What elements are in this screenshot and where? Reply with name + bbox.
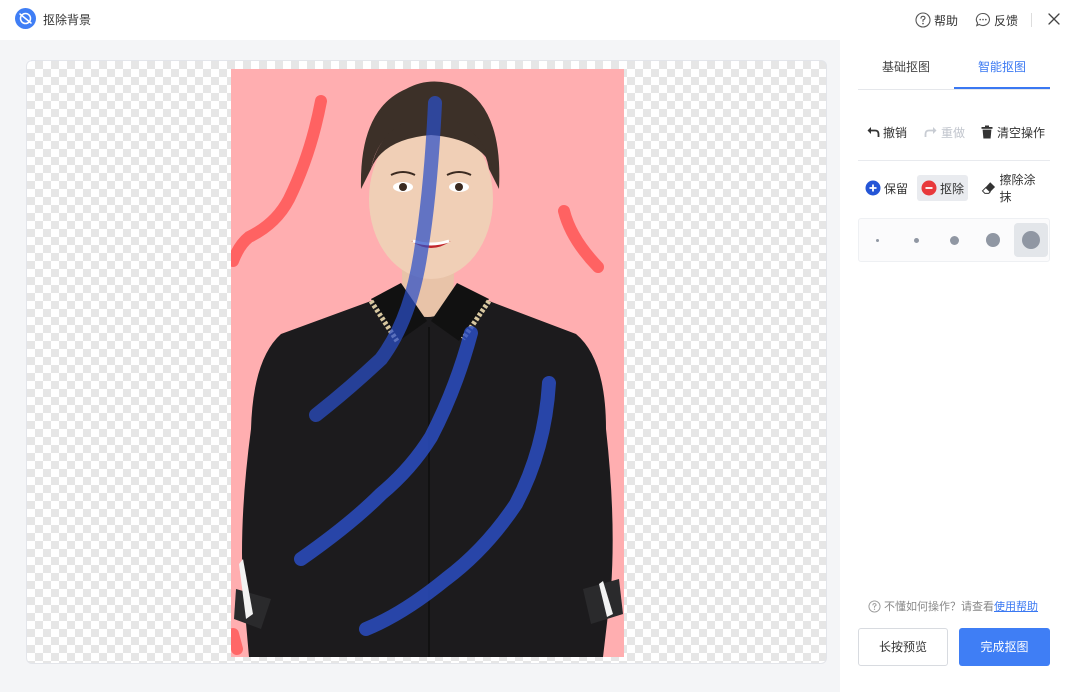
window-title: 抠除背景: [43, 13, 92, 27]
remove-background-window: 抠除背景 帮助 反馈 基础抠图 智能抠图 撤销 重做 清空操作 保留 抠除 擦除…: [0, 0, 1080, 692]
brush-dot-icon: [875, 238, 879, 242]
undo-label: 撤销: [883, 125, 908, 140]
remove-mode-button[interactable]: 抠除: [917, 175, 969, 201]
brush-size-medium[interactable]: [937, 223, 971, 257]
undo-icon: [867, 127, 880, 137]
clear-operations-button[interactable]: 清空操作: [980, 118, 1045, 146]
brush-size-extra-small[interactable]: [860, 223, 894, 257]
brush-size-small[interactable]: [899, 223, 933, 257]
clear-operations-label: 清空操作: [997, 125, 1046, 140]
editing-canvas[interactable]: [26, 60, 827, 664]
close-icon[interactable]: [1046, 11, 1062, 27]
brush-size-selector: [858, 218, 1050, 262]
panel-divider: [858, 160, 1050, 161]
side-panel: 基础抠图 智能抠图 撤销 重做 清空操作 保留 抠除 擦除涂抹 不懂如何操作？请…: [840, 40, 1080, 692]
keep-mode-button[interactable]: 保留: [861, 175, 912, 201]
mode-tabs: 基础抠图 智能抠图: [858, 54, 1050, 90]
finish-cutout-button[interactable]: 完成抠图: [959, 628, 1050, 666]
toolbar-divider: [1031, 13, 1032, 27]
app-logo-icon: [15, 8, 36, 29]
erase-mode-button[interactable]: 擦除涂抹: [977, 173, 1050, 204]
hint-text: 不懂如何操作？请查看: [884, 601, 994, 613]
remove-mode-label: 抠除: [940, 181, 965, 196]
tab-basic-cutout[interactable]: 基础抠图: [858, 54, 954, 89]
plus-circle-icon: [865, 180, 881, 196]
brush-size-large[interactable]: [976, 223, 1010, 257]
usage-help-link[interactable]: 使用帮助: [994, 598, 1038, 614]
hold-to-preview-button[interactable]: 长按预览: [858, 628, 948, 666]
keep-mode-label: 保留: [884, 181, 909, 196]
undo-button[interactable]: 撤销: [866, 118, 907, 146]
shirt-shape: [242, 301, 613, 657]
redo-button[interactable]: 重做: [924, 118, 965, 146]
photo-with-strokes[interactable]: [231, 69, 624, 657]
brush-dot-icon: [986, 233, 1000, 247]
eraser-icon: [981, 182, 996, 194]
redo-label: 重做: [941, 125, 966, 140]
chat-bubble-icon: [975, 12, 990, 27]
brush-dot-icon: [949, 235, 959, 245]
minus-circle-icon: [921, 180, 937, 196]
history-tools: 撤销 重做 清空操作: [858, 118, 1050, 146]
question-circle-icon: [915, 12, 931, 28]
erase-mode-label: 擦除涂抹: [999, 173, 1036, 204]
help-hint: 不懂如何操作？请查看 使用帮助: [868, 598, 1038, 614]
tab-smart-cutout[interactable]: 智能抠图: [954, 54, 1050, 89]
brush-dot-icon: [913, 237, 919, 243]
brush-size-extra-large[interactable]: [1014, 223, 1048, 257]
brush-dot-icon: [1022, 231, 1040, 249]
remove-stroke-3: [231, 628, 243, 655]
help-label: 帮助: [934, 13, 959, 28]
trash-icon: [981, 125, 993, 139]
brush-mode-selector: 保留 抠除 擦除涂抹: [858, 173, 1050, 204]
title-bar: 抠除背景 帮助 反馈: [0, 0, 1080, 40]
question-circle-icon: [868, 599, 881, 613]
feedback-label: 反馈: [994, 13, 1019, 28]
help-button[interactable]: 帮助: [915, 10, 958, 30]
redo-icon: [924, 127, 937, 137]
feedback-button[interactable]: 反馈: [975, 10, 1018, 30]
